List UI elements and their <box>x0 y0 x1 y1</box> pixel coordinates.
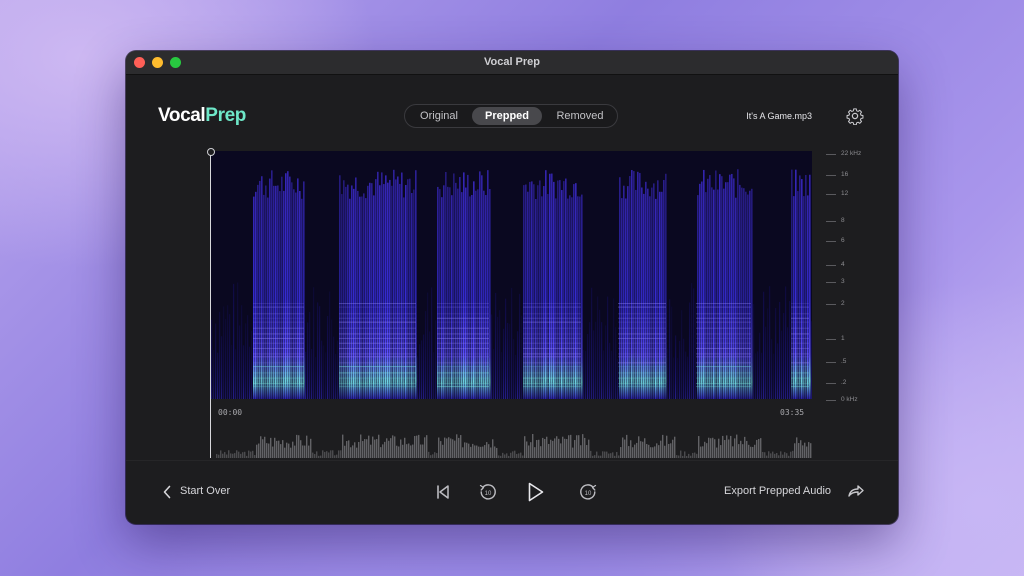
tab-original[interactable]: Original <box>409 107 469 125</box>
chevron-left-icon <box>163 485 171 499</box>
forward-seconds: 10 <box>585 491 592 497</box>
share-arrow-icon[interactable] <box>846 481 866 501</box>
frequency-tick <box>826 175 836 176</box>
frequency-label: .5 <box>841 358 847 365</box>
app-logo: VocalPrep <box>158 105 246 127</box>
frequency-label: 16 <box>841 171 849 178</box>
forward-10-icon[interactable]: 10 <box>577 480 599 504</box>
frequency-tick <box>826 221 836 222</box>
frequency-tick <box>826 241 836 242</box>
frequency-tick <box>826 304 836 305</box>
time-end-label: 03:35 <box>780 408 805 417</box>
play-icon[interactable] <box>523 480 547 504</box>
frequency-tick <box>826 265 836 266</box>
export-prepped-audio-button[interactable]: Export Prepped Audio <box>724 485 831 497</box>
file-name: It's A Game.mp3 <box>746 111 812 121</box>
frequency-label: 4 <box>841 261 845 268</box>
frequency-axis: 22 kHz 16 12 8 6 4 3 2 1 .5 .2 0 kHz <box>826 147 876 405</box>
rewind-10-icon[interactable]: 10 <box>477 480 499 504</box>
frequency-label: 0 kHz <box>841 396 858 403</box>
playhead-line[interactable] <box>210 155 211 458</box>
rewind-seconds: 10 <box>485 491 492 497</box>
frequency-label: 1 <box>841 335 845 342</box>
frequency-label: 22 kHz <box>841 150 862 157</box>
playhead-handle[interactable] <box>207 148 215 156</box>
time-start-label: 00:00 <box>218 408 243 417</box>
tab-prepped[interactable]: Prepped <box>472 107 542 125</box>
frequency-tick <box>826 400 836 401</box>
frequency-tick <box>826 383 836 384</box>
tab-removed[interactable]: Removed <box>545 107 615 125</box>
logo-text-vocal: Vocal <box>158 105 206 126</box>
frequency-tick <box>826 154 836 155</box>
frequency-label: 3 <box>841 278 845 285</box>
frequency-label: 2 <box>841 300 845 307</box>
frequency-label: 8 <box>841 217 845 224</box>
title-bar: Vocal Prep <box>126 51 898 75</box>
frequency-label: 12 <box>841 190 849 197</box>
frequency-label: .2 <box>841 379 847 386</box>
window-title: Vocal Prep <box>483 56 541 68</box>
frequency-tick <box>826 339 836 340</box>
frequency-tick <box>826 362 836 363</box>
divider <box>126 460 898 461</box>
start-over-label: Start Over <box>180 485 231 497</box>
spectrogram[interactable] <box>211 151 812 399</box>
logo-text-prep: Prep <box>205 105 246 126</box>
waveform-overview[interactable] <box>216 424 812 458</box>
skip-to-start-icon[interactable] <box>434 480 452 504</box>
gear-icon[interactable] <box>846 107 864 125</box>
app-window: Vocal Prep VocalPrep Original Prepped Re… <box>126 51 898 524</box>
view-mode-switcher: Original Prepped Removed <box>404 104 618 128</box>
frequency-label: 6 <box>841 237 845 244</box>
frequency-tick <box>826 194 836 195</box>
frequency-tick <box>826 282 836 283</box>
